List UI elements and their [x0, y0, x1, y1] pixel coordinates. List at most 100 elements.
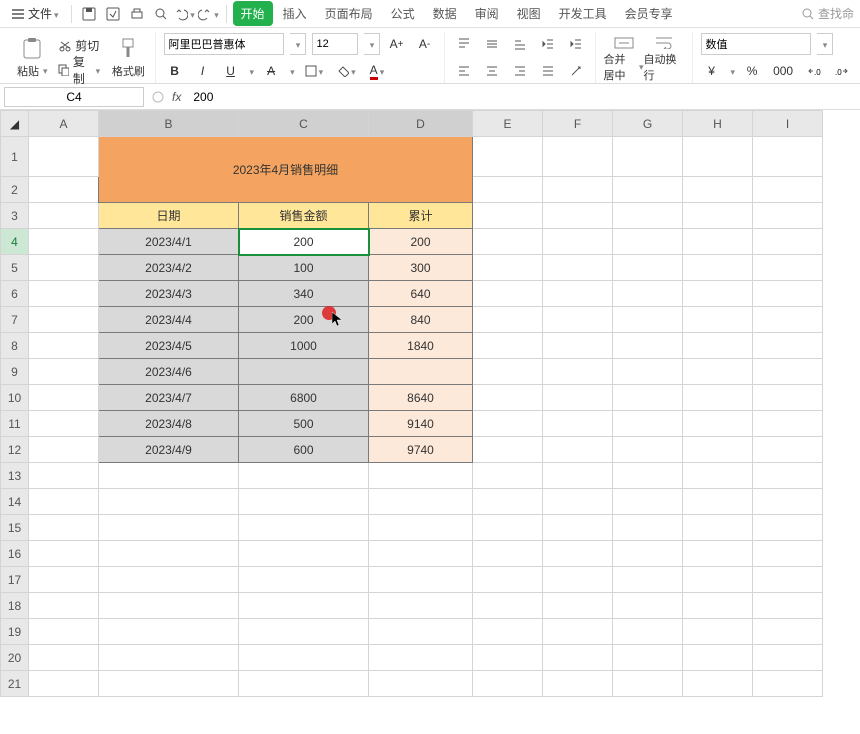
col-H[interactable]: H: [683, 111, 753, 137]
cell-C4-active[interactable]: 200: [239, 229, 369, 255]
scissors-icon: [59, 40, 71, 52]
rowhead-3[interactable]: 3: [1, 203, 29, 229]
row-10: 10 2023/4/7 6800 8640: [1, 385, 823, 411]
currency-button[interactable]: ¥: [701, 60, 723, 82]
row-16: 16: [1, 541, 823, 567]
align-left-button[interactable]: [453, 60, 475, 82]
grid[interactable]: ◢ A B C D E F G H I 1 2023年4月销售明细 2 3 日期…: [0, 110, 823, 697]
number-format-dropdown[interactable]: [817, 33, 833, 55]
tab-dev-tools[interactable]: 开发工具: [551, 1, 615, 26]
tab-data[interactable]: 数据: [425, 1, 465, 26]
fx-cancel-icon[interactable]: [152, 91, 164, 103]
justify-button[interactable]: [537, 60, 559, 82]
row-4: 4 2023/4/1 200 200: [1, 229, 823, 255]
row-19: 19: [1, 619, 823, 645]
cell-B4[interactable]: 2023/4/1: [99, 229, 239, 255]
font-color-button[interactable]: A: [366, 60, 389, 82]
cell-A1[interactable]: [29, 137, 99, 177]
search-box[interactable]: 查找命: [802, 5, 854, 22]
title-cell[interactable]: 2023年4月销售明细: [99, 137, 473, 203]
row-1: 1 2023年4月销售明细: [1, 137, 823, 177]
row-13: 13: [1, 463, 823, 489]
font-name-select[interactable]: [164, 33, 284, 55]
comma-button[interactable]: 000: [769, 60, 797, 82]
format-painter-button[interactable]: 格式刷: [110, 37, 146, 79]
tab-insert[interactable]: 插入: [275, 1, 315, 26]
align-middle-button[interactable]: [481, 33, 503, 55]
col-E[interactable]: E: [473, 111, 543, 137]
tab-page-layout[interactable]: 页面布局: [317, 1, 381, 26]
copy-button[interactable]: 复制: [54, 59, 104, 81]
svg-text:.0: .0: [835, 68, 842, 77]
menu-icon: [12, 9, 24, 19]
font-size-select[interactable]: [312, 33, 358, 55]
row-20: 20: [1, 645, 823, 671]
header-cum[interactable]: 累计: [369, 203, 473, 229]
col-A[interactable]: A: [29, 111, 99, 137]
row-7: 7 2023/4/4 200 840: [1, 307, 823, 333]
tab-view[interactable]: 视图: [509, 1, 549, 26]
merge-center-button[interactable]: 合并居中: [604, 32, 644, 83]
align-center-button[interactable]: [481, 60, 503, 82]
col-I[interactable]: I: [753, 111, 823, 137]
col-D[interactable]: D: [369, 111, 473, 137]
copy-icon: [58, 64, 68, 76]
percent-button[interactable]: %: [741, 60, 763, 82]
number-format-select[interactable]: [701, 33, 811, 55]
col-F[interactable]: F: [543, 111, 613, 137]
rowhead-2[interactable]: 2: [1, 177, 29, 203]
rowhead-1[interactable]: 1: [1, 137, 29, 177]
font-size-dropdown[interactable]: [364, 33, 380, 55]
align-bottom-button[interactable]: [509, 33, 531, 55]
decrease-decimal-button[interactable]: .0: [803, 60, 825, 82]
rowhead-4[interactable]: 4: [1, 229, 29, 255]
row-8: 8 2023/4/5 1000 1840: [1, 333, 823, 359]
col-B[interactable]: B: [99, 111, 239, 137]
fill-color-button[interactable]: [333, 60, 360, 82]
header-date[interactable]: 日期: [99, 203, 239, 229]
print-icon[interactable]: [126, 3, 148, 25]
save-icon[interactable]: [78, 3, 100, 25]
col-C[interactable]: C: [239, 111, 369, 137]
name-box[interactable]: [4, 87, 144, 107]
indent-increase-button[interactable]: [565, 33, 587, 55]
row-18: 18: [1, 593, 823, 619]
select-all-corner[interactable]: ◢: [1, 111, 29, 137]
col-G[interactable]: G: [613, 111, 683, 137]
print-preview-icon[interactable]: [150, 3, 172, 25]
bold-button[interactable]: B: [164, 60, 186, 82]
fx-label[interactable]: fx: [172, 90, 181, 104]
tab-formula[interactable]: 公式: [383, 1, 423, 26]
font-name-dropdown[interactable]: [290, 33, 306, 55]
row-15: 15: [1, 515, 823, 541]
save-as-icon[interactable]: [102, 3, 124, 25]
bucket-icon: [337, 65, 349, 77]
tab-member[interactable]: 会员专享: [617, 1, 681, 26]
svg-text:.0: .0: [814, 68, 821, 77]
underline-button[interactable]: U: [220, 60, 242, 82]
tab-review[interactable]: 审阅: [467, 1, 507, 26]
decrease-font-button[interactable]: A-: [414, 33, 436, 55]
increase-font-button[interactable]: A+: [386, 33, 408, 55]
strikethrough-button[interactable]: A: [260, 60, 282, 82]
italic-button[interactable]: I: [192, 60, 214, 82]
merge-icon: [613, 32, 635, 49]
row-12: 12 2023/4/9 600 9740: [1, 437, 823, 463]
orientation-button[interactable]: [565, 60, 587, 82]
tab-start[interactable]: 开始: [233, 1, 273, 26]
header-amount[interactable]: 销售金额: [239, 203, 369, 229]
clipboard-group: 粘贴 剪切 复制 格式刷: [6, 32, 156, 83]
undo-icon[interactable]: [174, 3, 196, 25]
align-right-button[interactable]: [509, 60, 531, 82]
indent-decrease-button[interactable]: [537, 33, 559, 55]
formula-input[interactable]: [189, 90, 856, 104]
cell-D4[interactable]: 200: [369, 229, 473, 255]
row-17: 17: [1, 567, 823, 593]
file-menu[interactable]: 文件: [6, 3, 65, 24]
redo-icon[interactable]: [198, 3, 220, 25]
align-top-button[interactable]: [453, 33, 475, 55]
border-button[interactable]: [301, 60, 328, 82]
wrap-text-button[interactable]: 自动换行: [644, 32, 684, 83]
paste-button[interactable]: 粘贴: [14, 37, 50, 79]
increase-decimal-button[interactable]: .0: [831, 60, 853, 82]
